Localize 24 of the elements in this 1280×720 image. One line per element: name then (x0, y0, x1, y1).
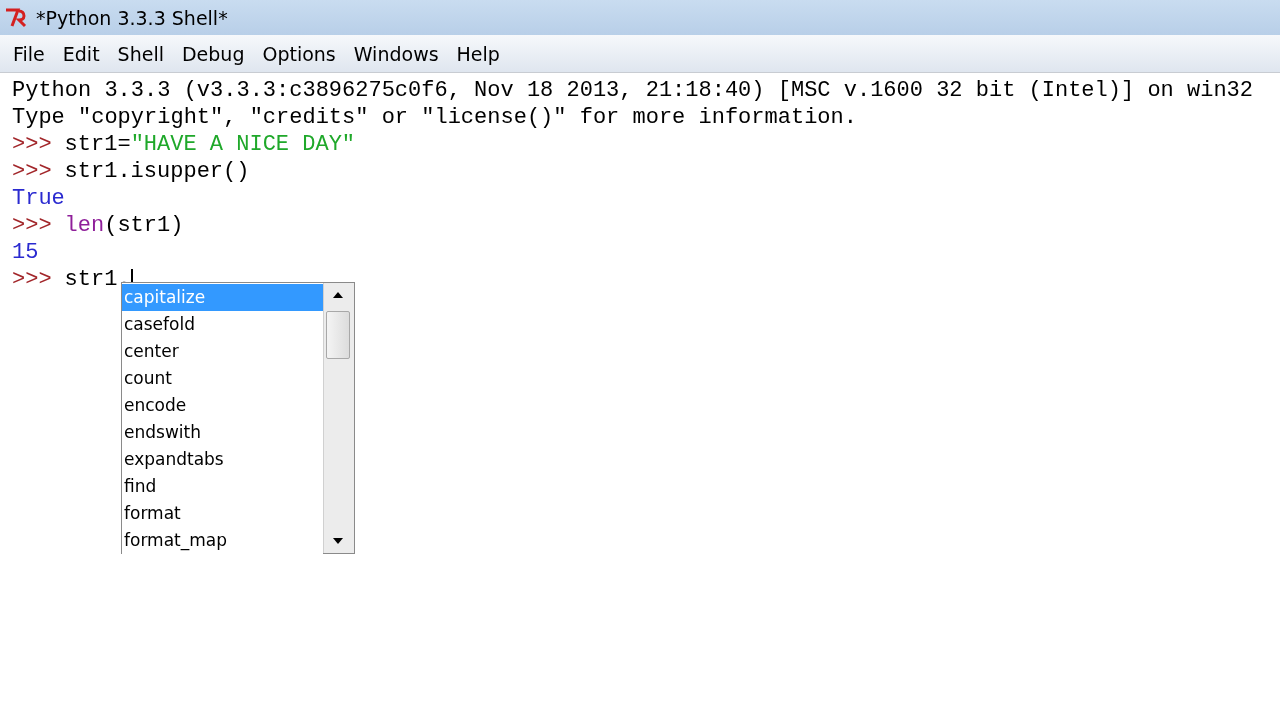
menu-item[interactable]: File (4, 42, 54, 65)
menu-item[interactable]: Help (447, 42, 509, 65)
shell-prompt: >>> (12, 131, 52, 158)
string-literal: "HAVE A NICE DAY" (130, 131, 356, 158)
output-text: Python 3.3.3 (v3.3.3:c3896275c0f6, Nov 18 2013, 21:18:40) [MSC v.1600 32 bit (Intel)] on win32 (12, 77, 1253, 104)
code-text: str1= (64, 131, 131, 158)
output-text: 15 (12, 239, 39, 266)
scrollbar[interactable] (323, 283, 354, 553)
output-text: True (12, 185, 65, 212)
shell-prompt: >>> (12, 212, 52, 239)
menu-item[interactable]: Debug (172, 42, 254, 65)
shell-prompt: >>> (12, 158, 52, 185)
code-text: (str1) (104, 212, 184, 239)
builtin-name: len (64, 212, 105, 239)
scrollbar-thumb[interactable] (326, 311, 350, 359)
completion-list[interactable]: capitalize casefold center count encode endswith expandtabs find format format_map (121, 282, 355, 554)
window-title: *Python 3.3.3 Shell* (36, 6, 228, 29)
menu-item[interactable]: Options (253, 42, 345, 65)
shell-prompt: >>> (12, 266, 52, 293)
menu-item[interactable]: Shell (108, 42, 173, 65)
output-text: Type "copyright", "credits" or "license()" for more information. (12, 104, 857, 131)
code-text: str1.isupper() (64, 158, 250, 185)
menu-item[interactable]: Windows (344, 42, 448, 65)
menu-item[interactable]: Edit (53, 42, 109, 65)
